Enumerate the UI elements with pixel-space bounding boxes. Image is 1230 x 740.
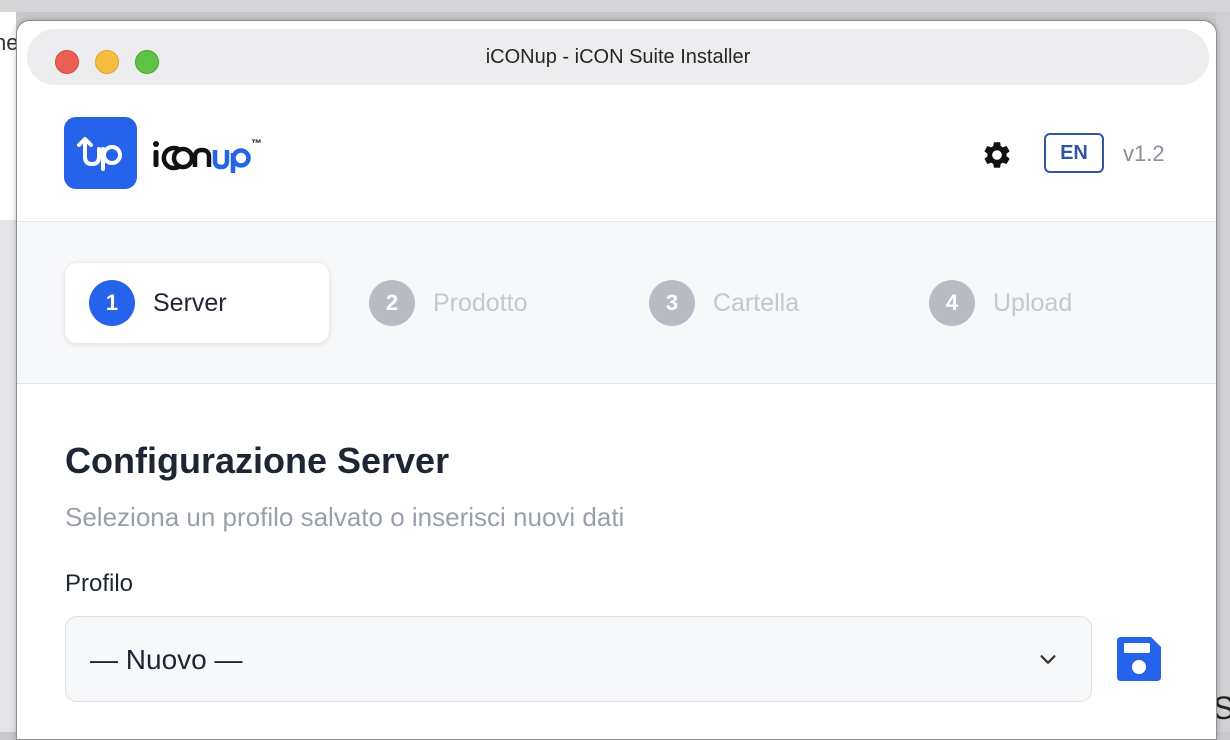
iconup-logo-icon: ™	[153, 138, 262, 173]
step-label: Prodotto	[433, 288, 528, 317]
desktop-top-strip	[0, 0, 1230, 12]
step-number: 3	[649, 280, 695, 326]
step-label: Upload	[993, 288, 1073, 317]
step-label: Cartella	[713, 288, 800, 317]
step-upload[interactable]: 4 Upload	[905, 263, 1145, 343]
save-icon	[1117, 637, 1161, 681]
background-window-left	[0, 12, 16, 732]
background-window-right	[1216, 12, 1230, 732]
version-label: v1.2	[1123, 141, 1165, 166]
brand-wordmark: ™	[151, 135, 269, 175]
page-subtitle: Seleziona un profilo salvato o inserisci…	[65, 502, 625, 532]
background-window-band	[0, 220, 16, 732]
svg-text:™: ™	[251, 138, 262, 150]
step-number: 4	[929, 280, 975, 326]
step-server[interactable]: 1 Server	[65, 263, 329, 343]
profile-select[interactable]: — Nuovo —	[65, 616, 1092, 702]
step-number: 2	[369, 280, 415, 326]
step-number: 1	[89, 280, 135, 326]
step-label: Server	[153, 288, 227, 317]
app-logo-icon	[64, 117, 137, 189]
language-button[interactable]: EN	[1044, 133, 1104, 173]
step-cartella[interactable]: 3 Cartella	[625, 263, 865, 343]
app-header: ™ EN v1.2	[17, 85, 1216, 222]
server-config-section: Configurazione Server Seleziona un profi…	[17, 384, 1216, 739]
page-title: Configurazione Server	[65, 440, 450, 481]
titlebar[interactable]: iCONup - iCON Suite Installer	[27, 29, 1209, 85]
window-title: iCONup - iCON Suite Installer	[485, 46, 751, 68]
step-prodotto[interactable]: 2 Prodotto	[345, 263, 585, 343]
profile-label: Profilo	[65, 570, 134, 597]
profile-select-value: — Nuovo —	[90, 644, 243, 675]
chevron-down-icon	[1040, 655, 1056, 664]
gear-icon[interactable]	[981, 139, 1013, 171]
save-profile-button[interactable]	[1115, 635, 1163, 683]
installer-window: iCONup - iCON Suite Installer ™ EN v1.2 …	[16, 20, 1217, 740]
wizard-stepper: 1 Server 2 Prodotto 3 Cartella 4 Upload	[17, 222, 1216, 384]
